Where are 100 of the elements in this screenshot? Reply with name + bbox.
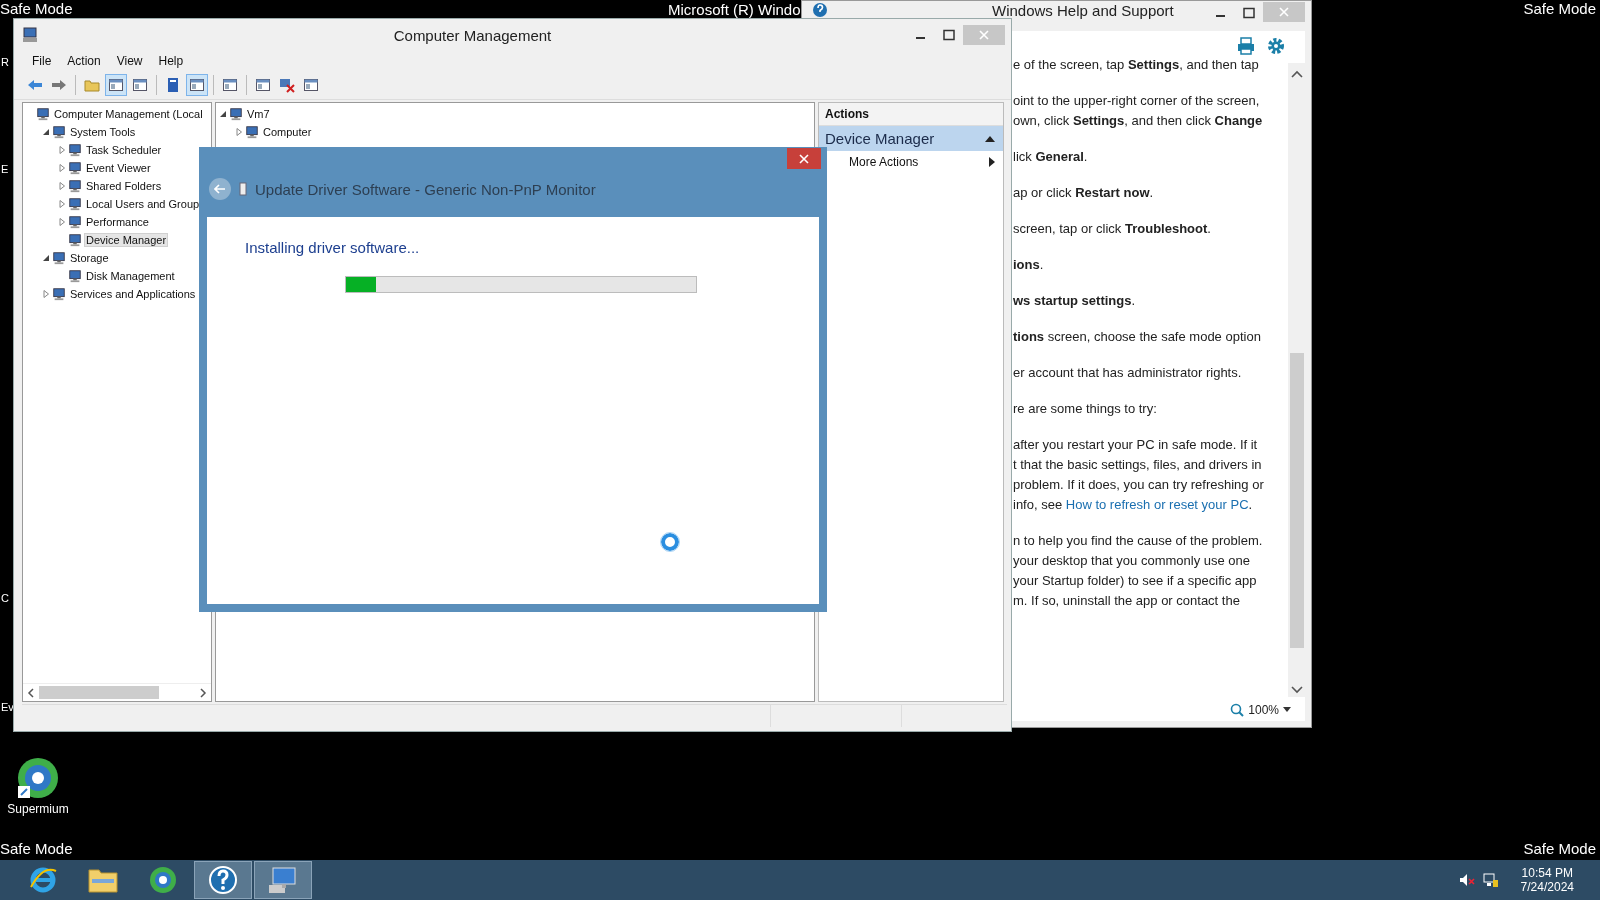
clock-time[interactable]: 10:54 PM [1521, 866, 1573, 880]
collapse-arrow-icon[interactable] [41, 127, 51, 137]
expand-arrow-icon[interactable] [57, 217, 67, 227]
tree-item[interactable]: Local Users and Group [84, 197, 202, 211]
desktop-icon-label: Ev [1, 701, 14, 713]
help-text: ions. [1013, 256, 1045, 274]
browser-icon [28, 865, 58, 895]
maximize-icon[interactable] [943, 29, 955, 41]
collapse-arrow-icon[interactable] [218, 109, 228, 119]
tree-item[interactable]: Task Scheduler [84, 143, 164, 157]
close-icon [979, 30, 989, 40]
print-icon[interactable] [1237, 37, 1255, 55]
menu-item[interactable]: File [24, 54, 60, 68]
help-text: lick General. [1013, 148, 1089, 166]
help-text: oint to the upper-right corner of the screen, [1013, 92, 1261, 110]
tree-item[interactable]: Performance [84, 215, 151, 229]
scroll-up-icon[interactable] [1290, 69, 1303, 79]
desktop-icon-label: C [1, 592, 9, 604]
delete-icon [278, 77, 295, 93]
banner-text: Microsoft (R) Windo [668, 1, 801, 18]
computer-icon [245, 125, 259, 139]
muted-speaker-icon[interactable] [1458, 873, 1475, 887]
computer-icon [52, 125, 66, 139]
help-text: after you restart your PC in safe mode. If it [1013, 436, 1259, 454]
actions-section[interactable]: Device Manager [819, 126, 1003, 151]
collapse-arrow-icon[interactable] [41, 253, 51, 263]
computer-icon [68, 197, 82, 211]
tree-item[interactable]: Disk Management [84, 269, 177, 283]
expand-arrow-icon[interactable] [57, 163, 67, 173]
menu-item[interactable]: Action [59, 54, 109, 68]
help-link[interactable]: How to refresh or reset your PC [1065, 497, 1249, 512]
network-icon[interactable] [1482, 872, 1499, 888]
close-button[interactable] [787, 148, 821, 169]
expand-arrow-icon[interactable] [57, 181, 67, 191]
computer-icon [68, 233, 82, 247]
tree-item[interactable]: Services and Applications [68, 287, 198, 301]
zoom-level[interactable]: 100% [1248, 703, 1279, 717]
help-text: t that the basic settings, files, and drivers in [1013, 456, 1263, 474]
safe-mode-label: Safe Mode [1523, 0, 1596, 17]
close-icon [1279, 7, 1289, 17]
desktop-icon-label[interactable]: Supermium [7, 802, 69, 816]
scroll-down-icon[interactable] [1290, 685, 1303, 695]
window-icon [221, 77, 238, 93]
safe-mode-label: Safe Mode [1523, 840, 1596, 857]
help-text: info, see How to refresh or reset your PC. [1013, 496, 1254, 514]
computer-icon [52, 287, 66, 301]
tree-item[interactable]: Device Manager [84, 233, 169, 247]
tree-item[interactable]: Vm7 [245, 107, 272, 121]
device-icon [239, 182, 247, 196]
clock-date[interactable]: 7/24/2024 [1520, 880, 1574, 894]
tree-item[interactable]: Shared Folders [84, 179, 164, 193]
toolbar-button[interactable] [186, 74, 208, 96]
scroll-right-icon[interactable] [199, 687, 207, 698]
submenu-arrow-icon[interactable] [989, 157, 995, 167]
computer-icon [68, 161, 82, 175]
help-text: er account that has administrator rights. [1013, 364, 1243, 382]
menu-item[interactable]: View [108, 54, 151, 68]
computer-icon [52, 251, 66, 265]
folder-icon [87, 866, 119, 894]
scrollbar-thumb[interactable] [39, 686, 159, 699]
help-text: m. If so, uninstall the app or contact the [1013, 592, 1241, 610]
computer-icon [22, 27, 38, 43]
scroll-left-icon[interactable] [27, 687, 35, 698]
expand-arrow-icon[interactable] [57, 199, 67, 209]
busy-spinner-icon [659, 531, 681, 553]
globe-icon [148, 865, 178, 895]
desktop-icon-label: E [1, 163, 9, 175]
zoom-icon[interactable] [1230, 703, 1245, 717]
help-text: your Startup folder) to see if a specific app [1013, 572, 1258, 590]
help-text: ap or click Restart now. [1013, 184, 1155, 202]
taskbar-button[interactable] [194, 861, 252, 899]
tree-item[interactable]: Event Viewer [84, 161, 153, 175]
help-icon [812, 2, 828, 18]
collapse-arrow-icon[interactable] [985, 135, 995, 142]
tree-item[interactable]: Computer Management (Local [52, 107, 205, 121]
computer-icon [68, 269, 82, 283]
help-text: n to help you find the cause of the problem. [1013, 532, 1264, 550]
safe-mode-label: Safe Mode [0, 840, 73, 857]
expand-arrow-icon[interactable] [234, 127, 244, 137]
action-item[interactable]: More Actions [849, 155, 919, 169]
taskbar-button[interactable] [254, 861, 312, 899]
settings-icon[interactable] [1267, 37, 1285, 55]
computer-icon [36, 107, 50, 121]
computer-icon [229, 107, 243, 121]
scrollbar-thumb[interactable] [1289, 353, 1304, 648]
help-text: your desktop that you commonly use one [1013, 552, 1252, 570]
tree-item[interactable]: System Tools [68, 125, 138, 139]
tree-item[interactable]: Storage [68, 251, 111, 265]
menu-item[interactable]: Help [150, 54, 192, 68]
dropdown-arrow-icon[interactable] [1283, 707, 1291, 713]
expand-arrow-icon[interactable] [57, 145, 67, 155]
window-title: Windows Help and Support [992, 2, 1175, 19]
globe-icon[interactable] [16, 756, 60, 800]
toolbar-button[interactable] [105, 74, 127, 96]
forward-arrow-icon [50, 77, 67, 93]
expand-arrow-icon[interactable] [41, 289, 51, 299]
help-text: problem. If it does, you can try refreshing or [1013, 476, 1265, 494]
maximize-icon[interactable] [1243, 7, 1255, 19]
help-text: re are some things to try: [1013, 400, 1158, 418]
tree-item[interactable]: Computer [261, 125, 314, 139]
